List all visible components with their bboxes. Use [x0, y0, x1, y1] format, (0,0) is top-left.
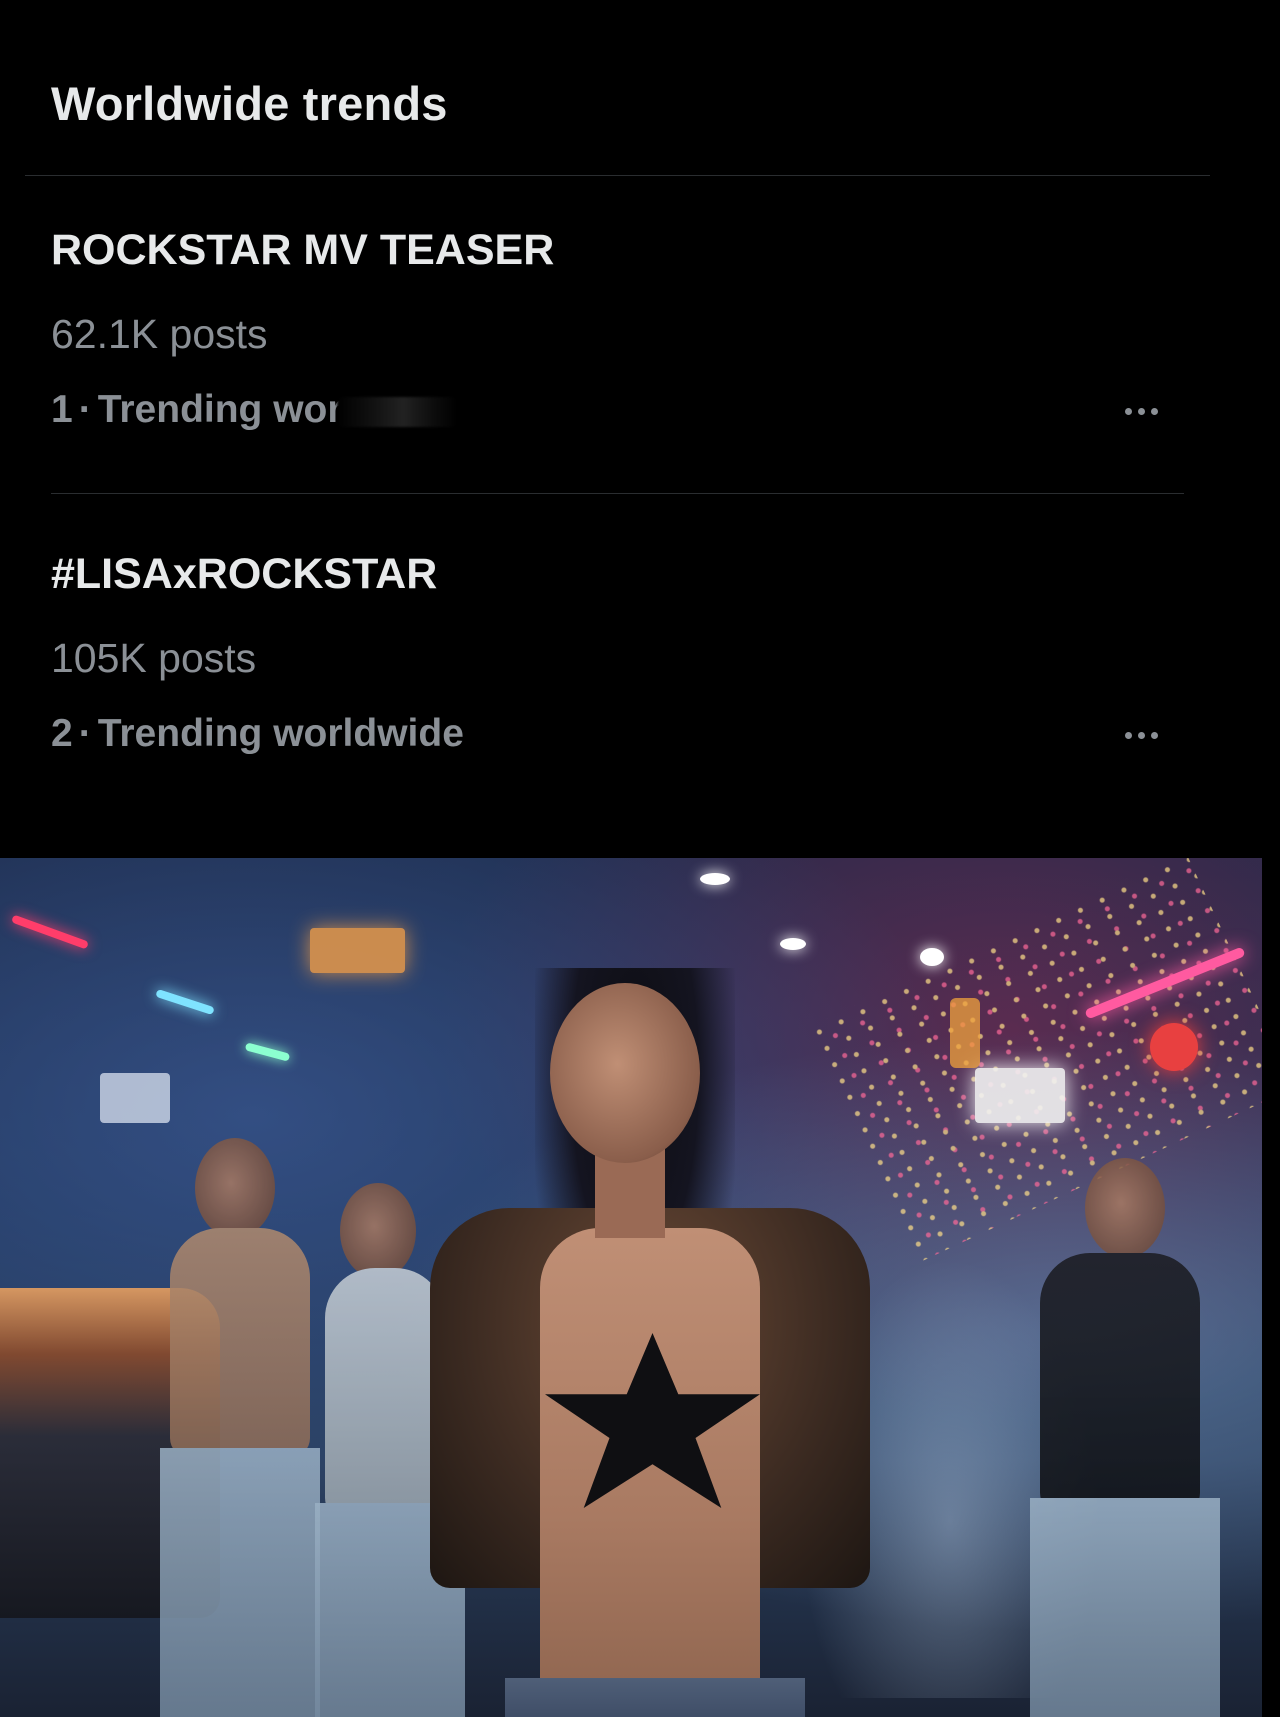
image-edge — [1262, 858, 1280, 1717]
lit-sign — [975, 1068, 1065, 1123]
dot — [1150, 731, 1158, 739]
street-lamp — [700, 873, 730, 885]
trend-post-count: 105K posts — [51, 635, 257, 681]
more-options-icon[interactable] — [1111, 720, 1171, 750]
dancer-head — [195, 1138, 275, 1238]
dancer-head — [340, 1183, 416, 1279]
section-title: Worldwide trends — [51, 77, 448, 130]
dot — [1137, 407, 1145, 415]
dancer-body — [325, 1268, 445, 1518]
dot — [1137, 731, 1145, 739]
street-sign — [100, 1073, 170, 1123]
background-dancer — [1010, 1158, 1240, 1717]
street-lamp — [920, 948, 944, 966]
neon-sign — [310, 928, 405, 973]
trend-label: Trending worldwide — [97, 712, 464, 755]
trend-item-2[interactable]: #LISAxROCKSTAR 105K posts 2 · Trending wor… — [51, 550, 1191, 800]
trend-rank: 1 — [51, 388, 73, 431]
trend-label: Trending wor — [97, 388, 343, 431]
red-lantern — [1150, 1023, 1198, 1071]
dot — [1124, 731, 1132, 739]
neon-light — [155, 988, 215, 1016]
dancer-body — [170, 1228, 310, 1458]
neon-light — [244, 1042, 291, 1062]
dancer-body — [1040, 1253, 1200, 1513]
dot — [1124, 407, 1132, 415]
lead-performer — [430, 948, 870, 1717]
meta-separator: · — [78, 388, 92, 431]
music-video-still — [0, 858, 1262, 1717]
trend-name[interactable]: ROCKSTAR MV TEASER — [51, 226, 554, 275]
performer-jeans — [505, 1678, 805, 1717]
header-divider — [25, 175, 1210, 176]
trend-context: 1 · Trending wor — [51, 388, 457, 432]
dancer-legs — [160, 1448, 320, 1717]
performer-torso — [540, 1228, 760, 1708]
dancer-head — [1085, 1158, 1165, 1258]
trend-item-1[interactable]: ROCKSTAR MV TEASER 62.1K posts 1 · Trendin… — [51, 226, 1191, 476]
neon-light — [11, 914, 89, 950]
performer-head — [550, 983, 700, 1163]
obscured-text — [336, 396, 457, 427]
more-options-icon[interactable] — [1111, 396, 1171, 426]
trends-panel: Worldwide trends ROCKSTAR MV TEASER 62.1… — [0, 0, 1280, 858]
trend-post-count: 62.1K posts — [51, 311, 268, 357]
trend-rank: 2 — [51, 712, 73, 755]
meta-separator: · — [78, 712, 92, 755]
dancer-legs — [1030, 1498, 1220, 1717]
trend-name[interactable]: #LISAxROCKSTAR — [51, 550, 437, 599]
dot — [1150, 407, 1158, 415]
neon-sign — [950, 998, 980, 1068]
trend-divider — [51, 493, 1184, 494]
trend-context: 2 · Trending worldwide — [51, 712, 464, 756]
